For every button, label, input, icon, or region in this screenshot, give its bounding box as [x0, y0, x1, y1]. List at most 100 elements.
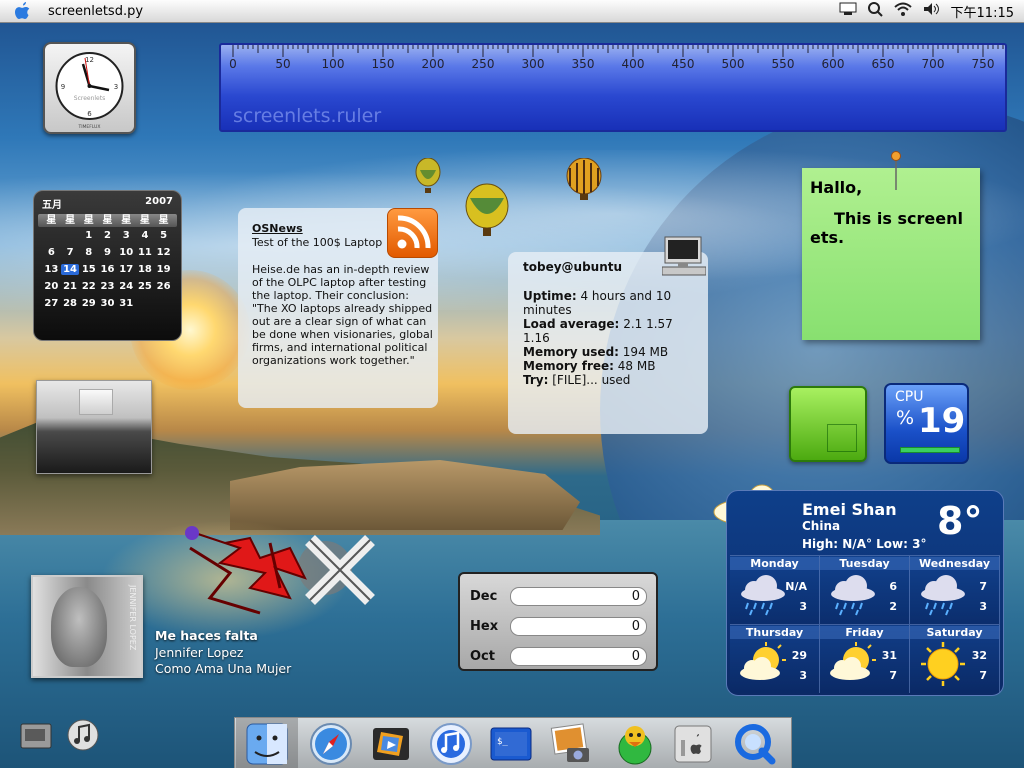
rain-cloud-icon	[921, 575, 965, 616]
calendar-weekday: 星	[121, 215, 132, 226]
calendar-day[interactable]: 26	[154, 281, 173, 292]
calendar-day[interactable]: 29	[79, 298, 98, 309]
expose-icon[interactable]	[20, 723, 52, 753]
weather-day-high: 32	[971, 649, 987, 662]
rss-feed-icon[interactable]	[387, 208, 438, 258]
calendar-day[interactable]: 6	[42, 247, 61, 258]
calendar-widget[interactable]: 五月 2007 星星星星星星星 1 2 3 4 5 6 7 8 9 10 11 12 13 14 15 16 1…	[33, 190, 182, 341]
sys-memused-label: Memory used:	[523, 345, 619, 359]
app-menu-title[interactable]: screenletsd.py	[48, 4, 143, 19]
volume-icon[interactable]	[923, 2, 941, 20]
calendar-day[interactable]: 9	[98, 247, 117, 258]
calendar-day[interactable]: 2	[98, 230, 117, 241]
system-info-widget[interactable]: tobey@ubuntu Uptime: 4 hours and 10 minu…	[508, 252, 708, 434]
calendar-day[interactable]: 4	[136, 230, 155, 241]
number-converter-widget[interactable]: Dec 0 Hex 0 Oct 0	[458, 572, 658, 671]
calendar-day[interactable]: 21	[61, 281, 80, 292]
wifi-icon[interactable]	[893, 2, 913, 20]
weather-day-tuesday: Tuesday 6 2	[820, 555, 910, 624]
calendar-day[interactable]: 18	[136, 264, 155, 275]
adium-icon[interactable]	[613, 722, 657, 766]
weather-widget[interactable]: Emei Shan China High: N/A° Low: 3° 8° Mo…	[726, 490, 1004, 696]
dock: $_	[234, 717, 792, 768]
sys-load-row: Load average: 2.1 1.57 1.16	[523, 317, 702, 345]
calendar-day-today[interactable]: 14	[60, 264, 80, 275]
calendar-day[interactable]: 12	[154, 247, 173, 258]
ruler-number: 50	[275, 57, 291, 71]
ruler-widget[interactable]: 0 50 100 150 200 250 300 350 400 450 500 550 600 650 7…	[219, 43, 1007, 132]
calendar-day[interactable]: 13	[42, 264, 61, 275]
song-artist: Jennifer Lopez	[155, 644, 244, 660]
calendar-day[interactable]: 28	[61, 298, 80, 309]
sticky-note-widget[interactable]: Hallo, This is screenl ets.	[802, 168, 980, 340]
weather-day-high: 31	[881, 649, 897, 662]
sys-load-label: Load average:	[523, 317, 620, 331]
green-square-widget[interactable]	[789, 386, 867, 462]
calendar-day[interactable]: 30	[98, 298, 117, 309]
clock-label: Screenlets	[73, 95, 106, 102]
calendar-day[interactable]: 15	[79, 264, 98, 275]
song-album: Como Ama Una Mujer	[155, 661, 292, 676]
cpu-percent-sign: %	[896, 407, 915, 429]
clock-widget[interactable]: 12 3 6 9 TIMEFLUX Screenlets	[43, 42, 136, 134]
calendar-day[interactable]: 8	[79, 247, 98, 258]
music-note-icon[interactable]	[66, 719, 100, 755]
weather-day-thursday: Thursday 29 3	[730, 624, 820, 693]
calendar-day[interactable]: 1	[79, 230, 98, 241]
clock-text[interactable]: 下午11:15	[951, 2, 1014, 21]
calendar-day[interactable]: 23	[98, 281, 117, 292]
album-cover[interactable]: JENNIFER LOPEZ	[31, 575, 143, 678]
calendar-day[interactable]: 31	[117, 298, 136, 309]
calendar-day[interactable]: 5	[154, 230, 173, 241]
rain-cloud-icon	[831, 575, 875, 616]
terminal-icon[interactable]: $_	[489, 722, 533, 766]
ruler-number: 250	[471, 57, 495, 71]
sys-uptime-label: Uptime:	[523, 289, 577, 303]
calendar-day[interactable]: 11	[136, 247, 155, 258]
converter-dec-input[interactable]: 0	[510, 587, 647, 606]
rain-cloud-icon	[741, 575, 785, 616]
calendar-weekday: 星	[83, 215, 94, 226]
glass-widget[interactable]	[36, 380, 152, 474]
converter-hex-input[interactable]: 0	[510, 617, 647, 636]
calendar-day[interactable]: 25	[136, 281, 155, 292]
weather-forecast-grid: Monday N/A 3 Tuesday 6 2 Wednesday 7 3 Thursday 29…	[730, 555, 1000, 693]
calendar-day[interactable]: 19	[154, 264, 173, 275]
ruler-number: 600	[821, 57, 845, 71]
svg-text:12: 12	[85, 56, 94, 64]
calendar-day[interactable]: 27	[42, 298, 61, 309]
display-icon[interactable]	[839, 2, 857, 20]
cpu-meter-widget[interactable]: CPU % 19	[884, 383, 969, 464]
sys-uptime-row: Uptime: 4 hours and 10 minutes	[523, 289, 702, 317]
calendar-day[interactable]: 24	[117, 281, 136, 292]
ruler-number: 750	[971, 57, 995, 71]
status-area: 下午11:15	[839, 0, 1014, 22]
calendar-day[interactable]: 16	[98, 264, 117, 275]
converter-oct-input[interactable]: 0	[510, 647, 647, 666]
imovie-icon[interactable]	[369, 722, 413, 766]
calendar-day[interactable]: 22	[79, 281, 98, 292]
converter-label: Dec	[470, 589, 498, 604]
calendar-weekday: 星	[158, 215, 169, 226]
weather-high-low: High: N/A° Low: 3°	[802, 537, 927, 551]
calendar-day[interactable]: 17	[117, 264, 136, 275]
itunes-icon[interactable]	[429, 722, 473, 766]
calendar-day[interactable]: 10	[117, 247, 136, 258]
calendar-day[interactable]: 3	[117, 230, 136, 241]
spotlight-search-icon[interactable]	[867, 1, 883, 21]
weather-day-low: 3	[799, 600, 807, 613]
ruler-number: 700	[921, 57, 945, 71]
quicktime-icon[interactable]	[733, 722, 777, 766]
safari-icon[interactable]	[309, 722, 353, 766]
finder-icon[interactable]	[245, 722, 289, 766]
balloon-large	[465, 183, 509, 236]
apple-menu-icon[interactable]	[12, 2, 34, 20]
weather-day-friday: Friday 31 7	[820, 624, 910, 693]
system-prefs-icon[interactable]	[671, 722, 715, 766]
balloon-right	[566, 158, 602, 200]
weather-day-high: 29	[791, 649, 807, 662]
ruler-number: 300	[521, 57, 545, 71]
calendar-day[interactable]: 20	[42, 281, 61, 292]
calendar-day[interactable]: 7	[61, 247, 80, 258]
iphoto-icon[interactable]	[549, 722, 593, 766]
